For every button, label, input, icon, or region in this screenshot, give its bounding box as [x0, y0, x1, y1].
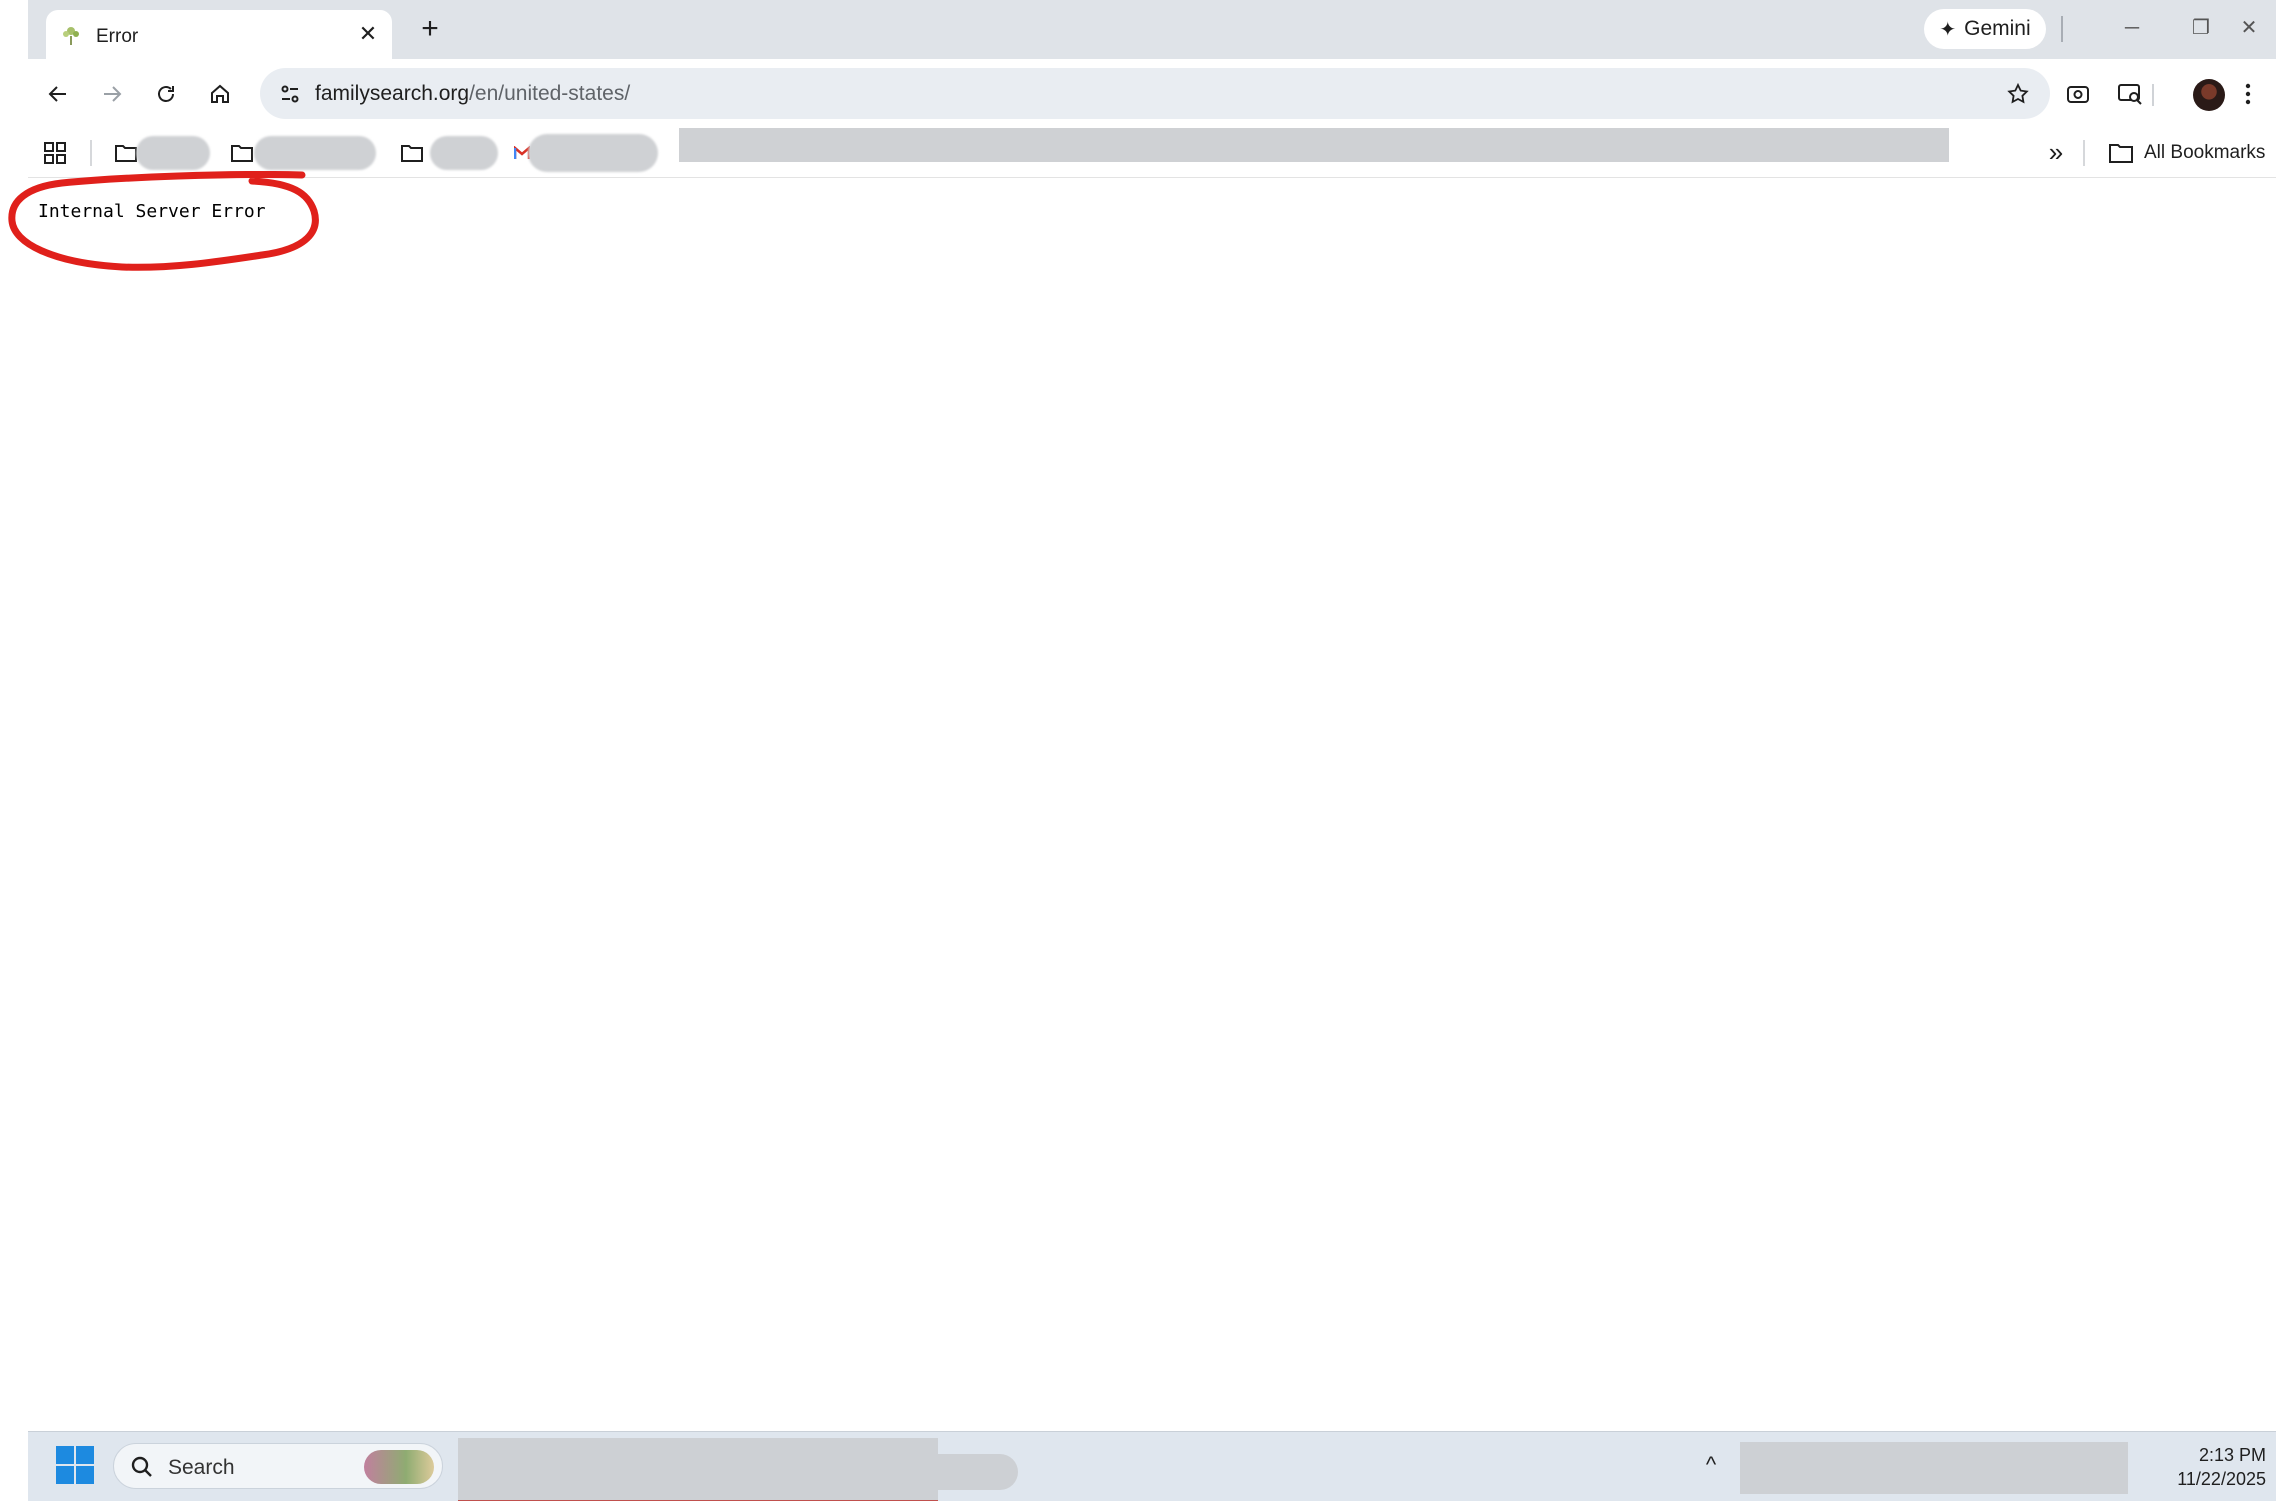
bookmark-folder-2[interactable]	[230, 137, 254, 169]
error-message: Internal Server Error	[38, 201, 266, 222]
window-close-button[interactable]: ✕	[2224, 6, 2274, 50]
gemini-button[interactable]: ✦ Gemini	[1924, 9, 2046, 49]
tray-overflow-chevron-icon[interactable]: ^	[1696, 1450, 1726, 1480]
windows-logo-icon	[56, 1446, 74, 1464]
redacted-bookmark	[254, 136, 376, 170]
tab-active[interactable]: Error ✕	[46, 10, 392, 59]
redacted-taskbar-apps	[458, 1438, 938, 1501]
redacted-bookmarks	[679, 128, 1949, 162]
divider	[2061, 16, 2063, 42]
arrow-left-icon	[48, 86, 66, 102]
redacted-bookmark	[430, 136, 498, 170]
arrow-right-icon	[104, 86, 122, 102]
clock-time: 2:13 PM	[2198, 1445, 2266, 1465]
bookmark-folder-3[interactable]	[400, 137, 424, 169]
screenshot-button[interactable]	[2060, 76, 2096, 112]
url-host: familysearch.org	[315, 82, 470, 105]
back-button[interactable]	[40, 76, 76, 112]
kebab-menu-icon	[2245, 83, 2251, 105]
tab-title: Error	[96, 26, 139, 47]
clock-date: 11/22/2025	[2177, 1469, 2266, 1489]
redacted-bookmark	[136, 136, 210, 170]
reload-icon	[158, 86, 174, 102]
divider	[90, 140, 92, 166]
start-button[interactable]	[56, 1446, 96, 1486]
search-placeholder: Search	[168, 1456, 235, 1479]
bookmark-star-button[interactable]	[2000, 76, 2036, 112]
search-icon	[131, 1456, 152, 1477]
page-content: Internal Server Error	[8, 171, 2276, 1431]
bookmarks-bar: » All Bookmarks	[28, 128, 2276, 178]
apps-grid-icon	[44, 142, 66, 164]
restore-button[interactable]: ❐	[2176, 6, 2226, 50]
apps-button[interactable]	[42, 137, 68, 169]
taskbar-search[interactable]: Search	[113, 1443, 443, 1489]
familysearch-tree-icon	[60, 24, 82, 46]
reload-button[interactable]	[148, 76, 184, 112]
camera-icon	[2067, 86, 2089, 103]
browser-toolbar: familysearch.org/en/united-states/	[28, 59, 2276, 128]
screen-edge	[0, 0, 28, 1501]
tune-icon	[281, 85, 299, 103]
minimize-button[interactable]: ─	[2107, 6, 2157, 50]
taskbar: Search ^ 2:13 PM 11/22/2025	[28, 1431, 2276, 1501]
search-highlight-image	[364, 1450, 434, 1484]
menu-button[interactable]	[2230, 76, 2266, 112]
all-bookmarks-label: All Bookmarks	[2144, 142, 2266, 163]
red-circle-annotation	[8, 171, 319, 271]
address-bar[interactable]: familysearch.org/en/united-states/	[260, 68, 2050, 119]
bookmark-folder-1[interactable]	[114, 137, 138, 169]
redacted-bookmark	[528, 134, 658, 172]
url-text: familysearch.org/en/united-states/	[315, 82, 630, 106]
folder-icon	[115, 145, 137, 162]
forward-button[interactable]	[94, 76, 130, 112]
profile-avatar[interactable]	[2193, 79, 2225, 111]
lens-search-button[interactable]	[2112, 76, 2148, 112]
redacted-tray-icons	[1740, 1442, 2128, 1494]
gemini-label: Gemini	[1964, 17, 2031, 40]
all-bookmarks-button[interactable]: All Bookmarks	[2108, 137, 2265, 169]
clock[interactable]: 2:13 PM 11/22/2025	[2156, 1443, 2266, 1491]
screen-search-icon	[2118, 84, 2142, 105]
site-info-button[interactable]	[272, 76, 308, 112]
divider	[2083, 140, 2085, 166]
new-tab-button[interactable]: +	[412, 12, 448, 48]
folder-icon	[401, 145, 423, 162]
close-icon[interactable]: ✕	[354, 20, 382, 48]
home-button[interactable]	[202, 76, 238, 112]
star-icon	[2007, 82, 2029, 104]
folder-icon	[2109, 144, 2133, 163]
sparkle-icon: ✦	[1939, 18, 1957, 41]
url-path: /en/united-states/	[469, 82, 631, 105]
folder-icon	[231, 145, 253, 162]
bookmarks-overflow-button[interactable]: »	[2040, 137, 2072, 169]
divider	[2152, 84, 2154, 106]
tab-strip: Error ✕ + ✦ Gemini ─ ❐ ✕	[28, 0, 2276, 59]
home-icon	[211, 84, 229, 103]
redacted-taskbar-apps	[898, 1454, 1018, 1490]
